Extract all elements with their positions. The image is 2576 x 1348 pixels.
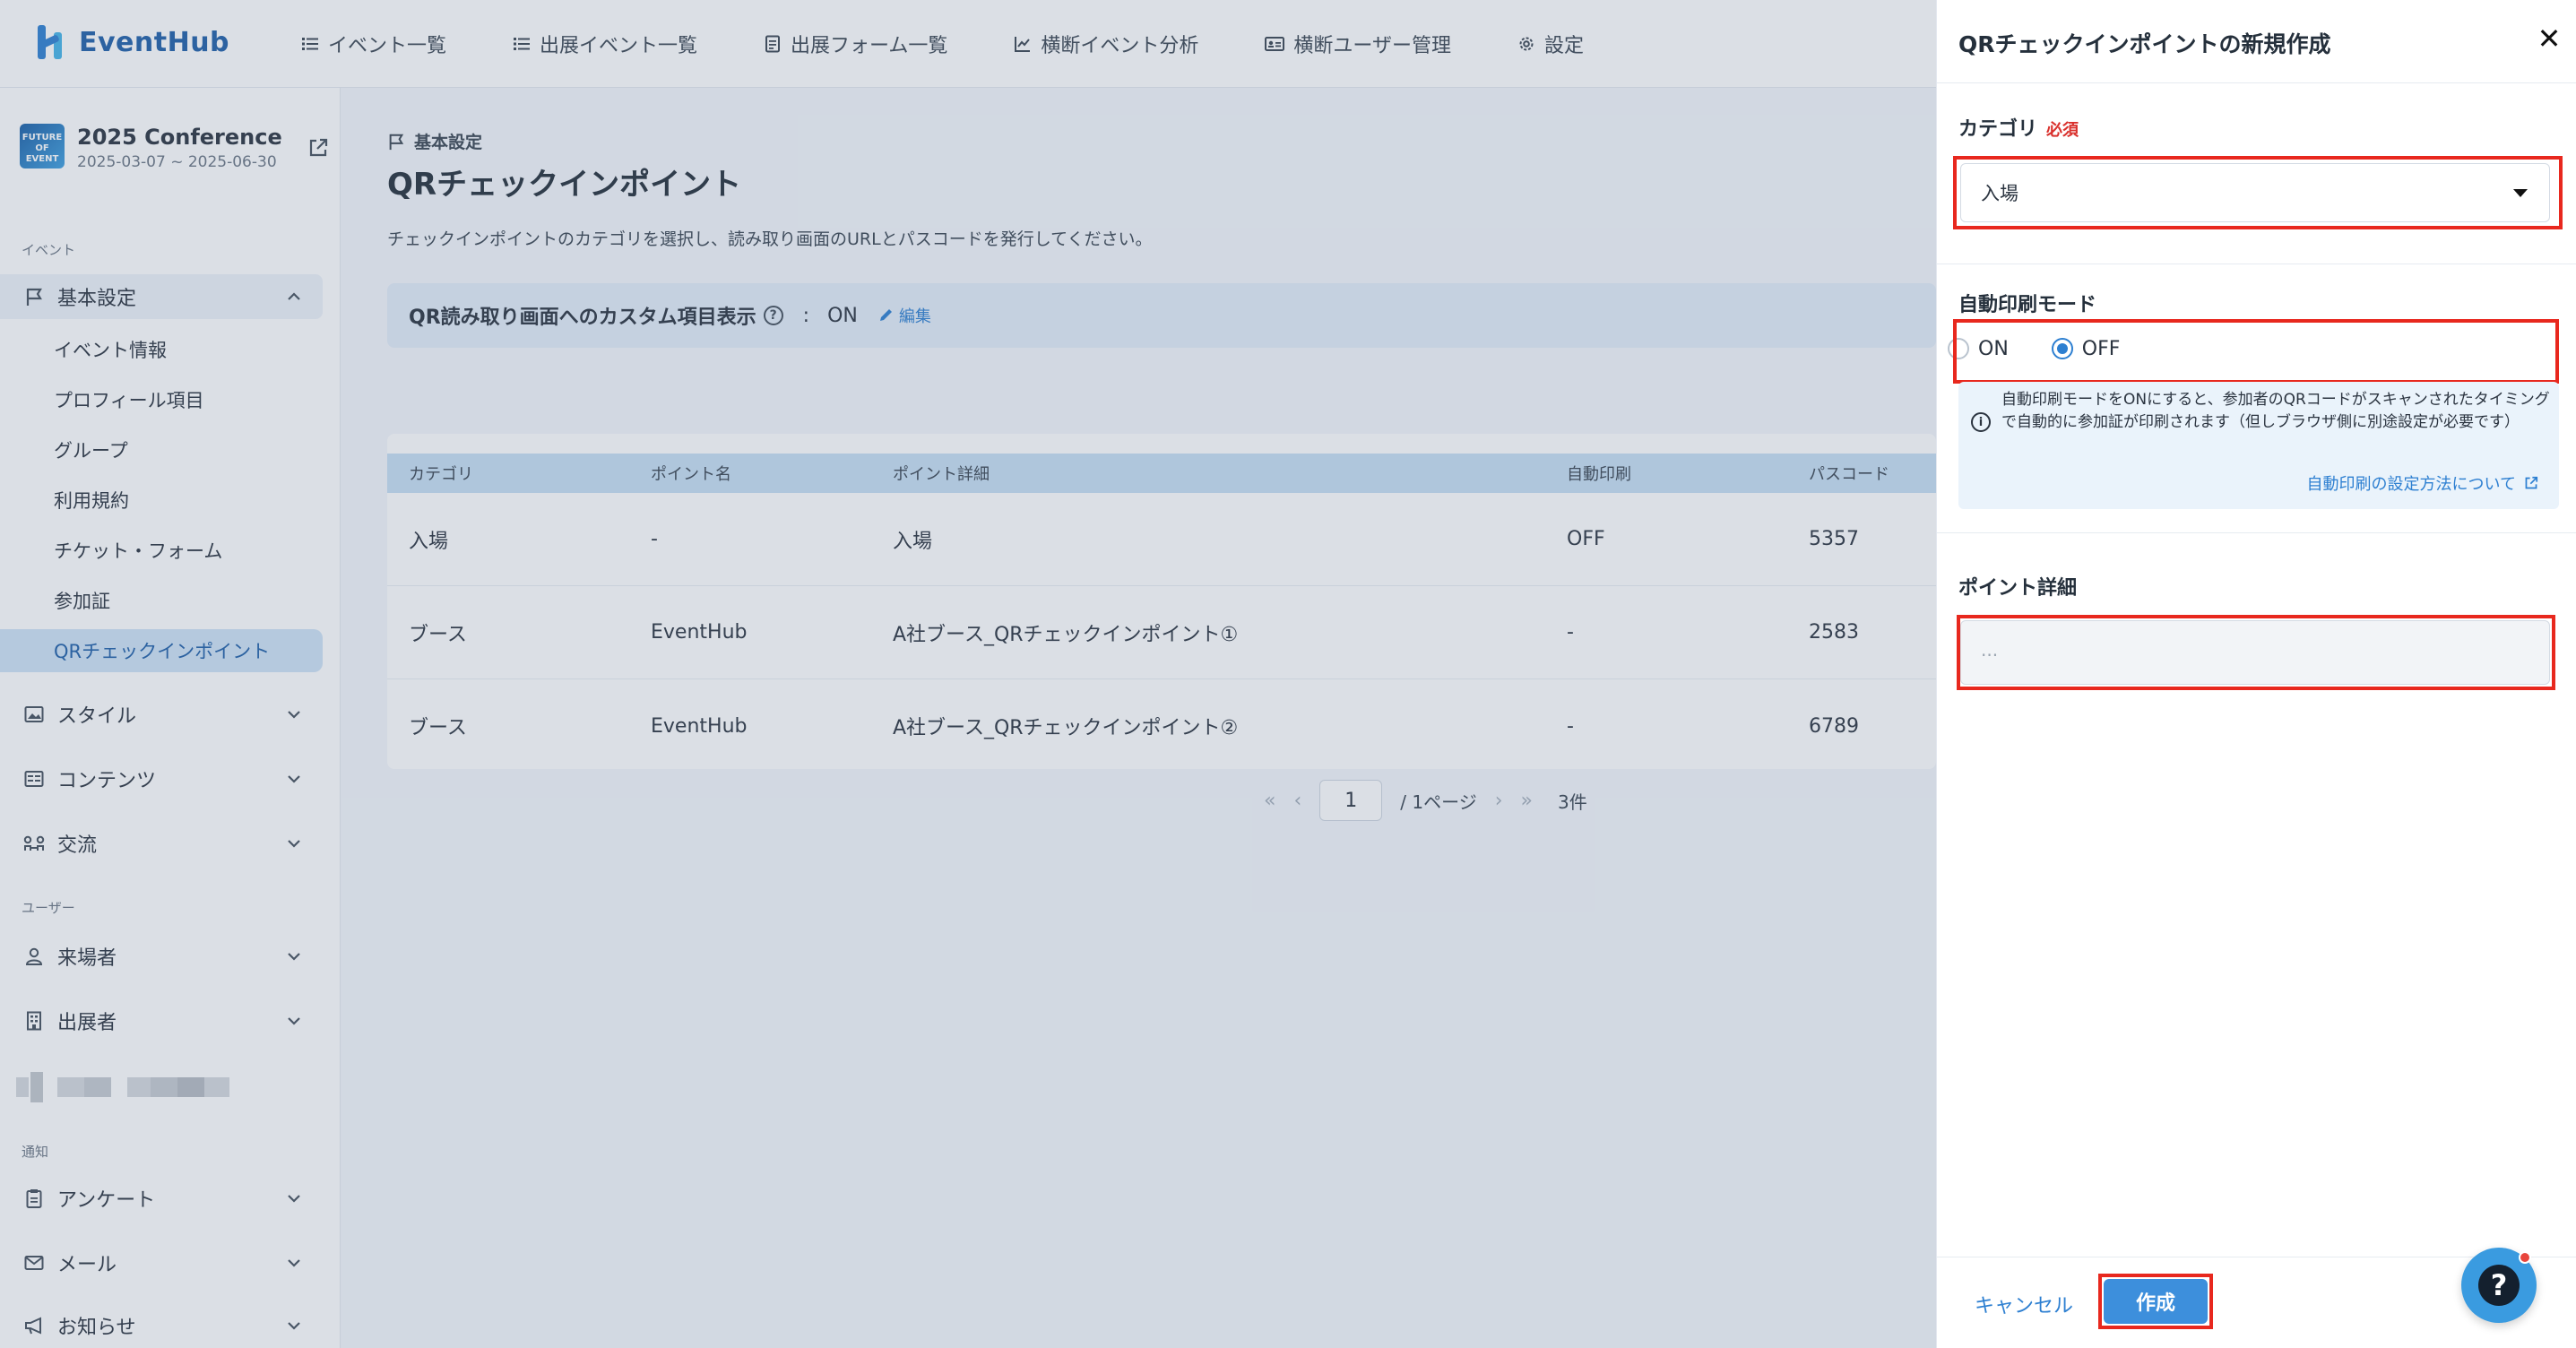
radio-on-option[interactable]: ON [1948,338,2009,360]
auto-print-info-text: 自動印刷モードをONにすると、参加者のQRコードがスキャンされたタイミングで自動… [2001,391,2550,431]
auto-print-help-link[interactable]: 自動印刷の設定方法について [2307,471,2539,495]
cancel-button[interactable]: キャンセル [1975,1290,2073,1318]
external-link-icon [2525,476,2538,489]
category-label: カテゴリ 必須 [1958,113,2079,142]
modal-backdrop[interactable] [0,0,1936,1348]
help-chat-button[interactable]: ? [2461,1248,2537,1323]
required-badge: 必須 [2046,121,2079,140]
radio-off-option[interactable]: OFF [2051,337,2121,360]
auto-print-help-link-label: 自動印刷の設定方法について [2306,475,2516,494]
radio-off-icon [2051,338,2073,359]
divider [1937,532,2576,533]
caret-down-icon [2513,189,2528,197]
create-button[interactable]: 作成 [2104,1279,2208,1324]
close-icon[interactable]: ✕ [2536,24,2563,53]
divider [1937,82,2576,83]
info-icon: i [1971,412,1991,432]
drawer-title: QRチェックインポイントの新規作成 [1958,31,2331,57]
radio-on-icon [1948,338,1969,359]
question-icon: ? [2478,1265,2520,1306]
category-label-text: カテゴリ [1958,118,2038,141]
notification-dot [2519,1251,2531,1264]
point-detail-input[interactable]: ... [1960,620,2550,685]
category-select[interactable]: 入場 [1960,163,2550,222]
app: EventHub イベント一覧 出展イベント一覧 出展フォーム一覧 横断イベント… [0,0,2576,1348]
create-checkin-point-drawer: QRチェックインポイントの新規作成 ✕ カテゴリ 必須 入場 自動印刷モード ON… [1936,0,2576,1348]
radio-off-label: OFF [2081,337,2121,360]
auto-print-radio-group: ON OFF [1948,330,2121,367]
point-detail-label: ポイント詳細 [1958,577,2078,600]
auto-print-info: i 自動印刷モードをONにすると、参加者のQRコードがスキャンされたタイミングで… [1958,382,2559,509]
radio-on-label: ON [1978,337,2009,360]
auto-print-label: 自動印刷モード [1958,294,2097,316]
category-select-value: 入場 [1981,183,2018,204]
